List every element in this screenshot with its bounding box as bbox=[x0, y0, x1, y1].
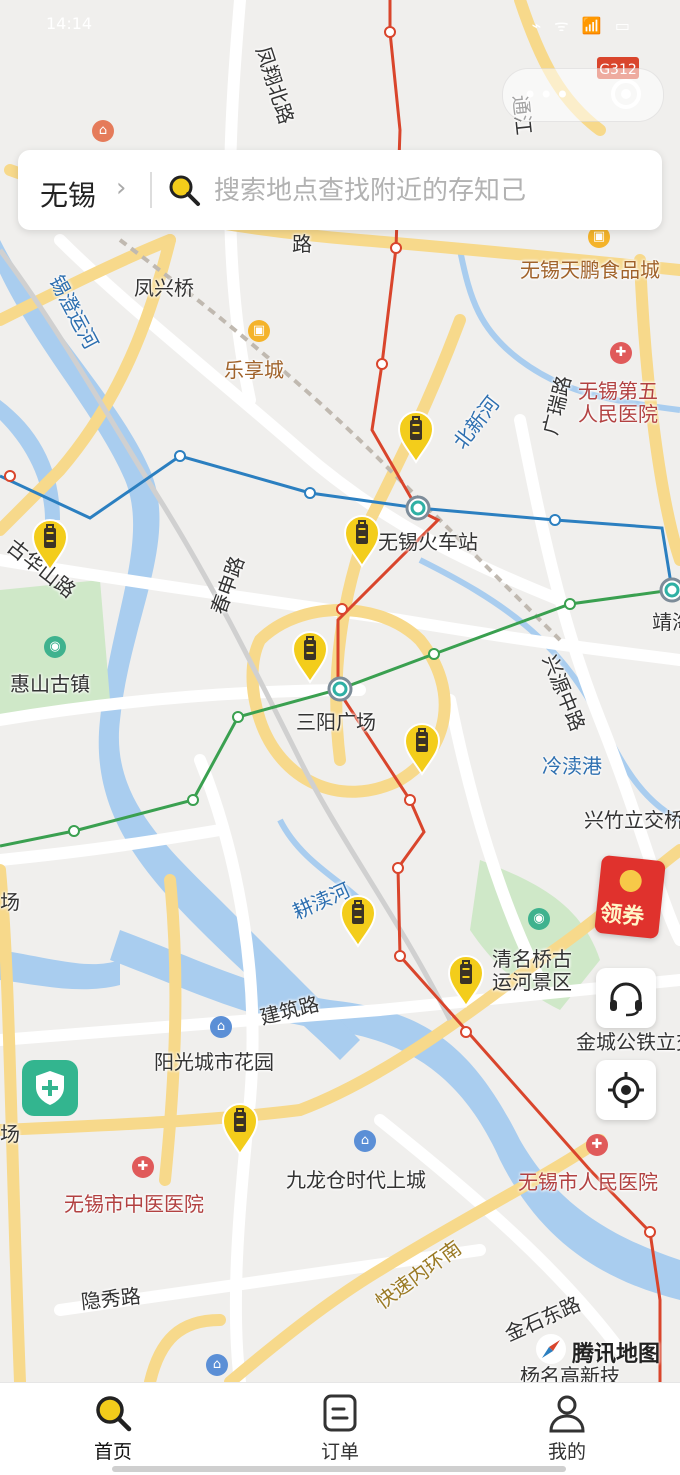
poi-label: 清名桥古运河景区 bbox=[492, 947, 572, 994]
bottom-tab-bar: 首页 订单 我的 bbox=[0, 1382, 680, 1475]
poi-label: 无锡市人民医院 bbox=[518, 1170, 658, 1194]
poi-label: 惠山古镇 bbox=[10, 672, 90, 696]
poi-label: 阳光城市花园 bbox=[154, 1050, 274, 1074]
tab-orders-label: 订单 bbox=[320, 1441, 359, 1463]
shield-icon bbox=[36, 1071, 64, 1105]
compass-icon bbox=[536, 1334, 566, 1364]
residence-icon: ⌂ bbox=[206, 1354, 228, 1376]
home-indicator bbox=[112, 1466, 566, 1472]
divider bbox=[150, 172, 152, 208]
poi-label: 无锡天鹏食品城 bbox=[520, 258, 660, 282]
poi-label: 无锡市中医医院 bbox=[64, 1192, 204, 1216]
water-label: 冷渎港 bbox=[542, 754, 602, 778]
road-label: 路 bbox=[292, 232, 312, 256]
locker-pin[interactable] bbox=[339, 894, 377, 948]
safety-shield-button[interactable] bbox=[22, 1060, 78, 1116]
brand-name: 腾讯地图 bbox=[572, 1342, 661, 1367]
poi-label: 兴竹立交桥 bbox=[584, 808, 680, 832]
coupon-button[interactable]: 领券 bbox=[594, 854, 666, 940]
restaurant-icon: ⌂ bbox=[92, 120, 114, 142]
locker-pin[interactable] bbox=[403, 722, 441, 776]
search-input[interactable] bbox=[212, 170, 636, 212]
poi-label: 凤兴桥 bbox=[134, 276, 194, 300]
coupon-label: 领券 bbox=[598, 901, 646, 931]
poi-label: 无锡火车站 bbox=[378, 530, 478, 554]
residence-icon: ⌂ bbox=[210, 1016, 232, 1038]
hospital-icon: ✚ bbox=[132, 1156, 154, 1178]
poi-label: 金城公铁立交 bbox=[576, 1030, 680, 1054]
residence-icon: ⌂ bbox=[354, 1130, 376, 1152]
status-bar: 14:14 ⌁ ᯤ 📶 ▭ bbox=[0, 0, 680, 52]
poi-label: 场 bbox=[0, 1122, 20, 1146]
locker-pin[interactable] bbox=[31, 518, 69, 572]
user-icon bbox=[549, 1395, 585, 1433]
search-icon bbox=[96, 1396, 132, 1432]
locate-me-button[interactable] bbox=[596, 1060, 656, 1120]
status-time: 14:14 bbox=[46, 14, 93, 33]
locker-pin[interactable] bbox=[397, 410, 435, 464]
hospital-icon: ✚ bbox=[610, 342, 632, 364]
poi-label: 杨名高新技 bbox=[520, 1364, 620, 1382]
coupon-seal-icon bbox=[618, 868, 643, 894]
locker-pin[interactable] bbox=[291, 630, 329, 684]
scenic-icon: ◉ bbox=[528, 908, 550, 930]
close-miniprogram-button[interactable] bbox=[611, 79, 641, 109]
order-icon bbox=[323, 1394, 357, 1432]
road-label: 隐秀路 bbox=[79, 1283, 142, 1314]
poi-label: 场 bbox=[0, 890, 20, 914]
more-button[interactable]: ••• bbox=[523, 81, 571, 109]
city-selector[interactable]: 无锡 bbox=[40, 174, 96, 214]
poi-label: 乐享城 bbox=[224, 358, 284, 382]
tab-profile[interactable]: 我的 bbox=[502, 1391, 632, 1467]
shopping-icon: ▣ bbox=[248, 320, 270, 342]
tab-home-label: 首页 bbox=[93, 1441, 132, 1463]
poi-label: 九龙仓时代上城 bbox=[286, 1168, 426, 1192]
tab-orders[interactable]: 订单 bbox=[275, 1391, 405, 1467]
scenic-icon: ◉ bbox=[44, 636, 66, 658]
poi-label: 靖海 bbox=[652, 610, 680, 634]
poi-label: 三阳广场 bbox=[296, 710, 376, 734]
locker-pin[interactable] bbox=[343, 514, 381, 568]
miniprogram-capsule: ••• bbox=[502, 68, 664, 122]
customer-service-button[interactable] bbox=[596, 968, 656, 1028]
locker-pin[interactable] bbox=[221, 1102, 259, 1156]
locate-icon bbox=[608, 1072, 644, 1108]
headset-icon bbox=[610, 982, 642, 1017]
chevron-right-icon: › bbox=[116, 173, 127, 203]
search-icon bbox=[169, 175, 200, 206]
tab-home[interactable]: 首页 bbox=[48, 1391, 178, 1467]
tab-profile-label: 我的 bbox=[547, 1441, 586, 1463]
poi-label: 无锡第五人民医院 bbox=[578, 379, 658, 426]
search-bar: 无锡 › bbox=[18, 150, 662, 230]
locker-pin[interactable] bbox=[447, 954, 485, 1008]
hospital-icon: ✚ bbox=[586, 1134, 608, 1156]
status-icons: ⌁ ᯤ 📶 ▭ bbox=[531, 16, 634, 35]
